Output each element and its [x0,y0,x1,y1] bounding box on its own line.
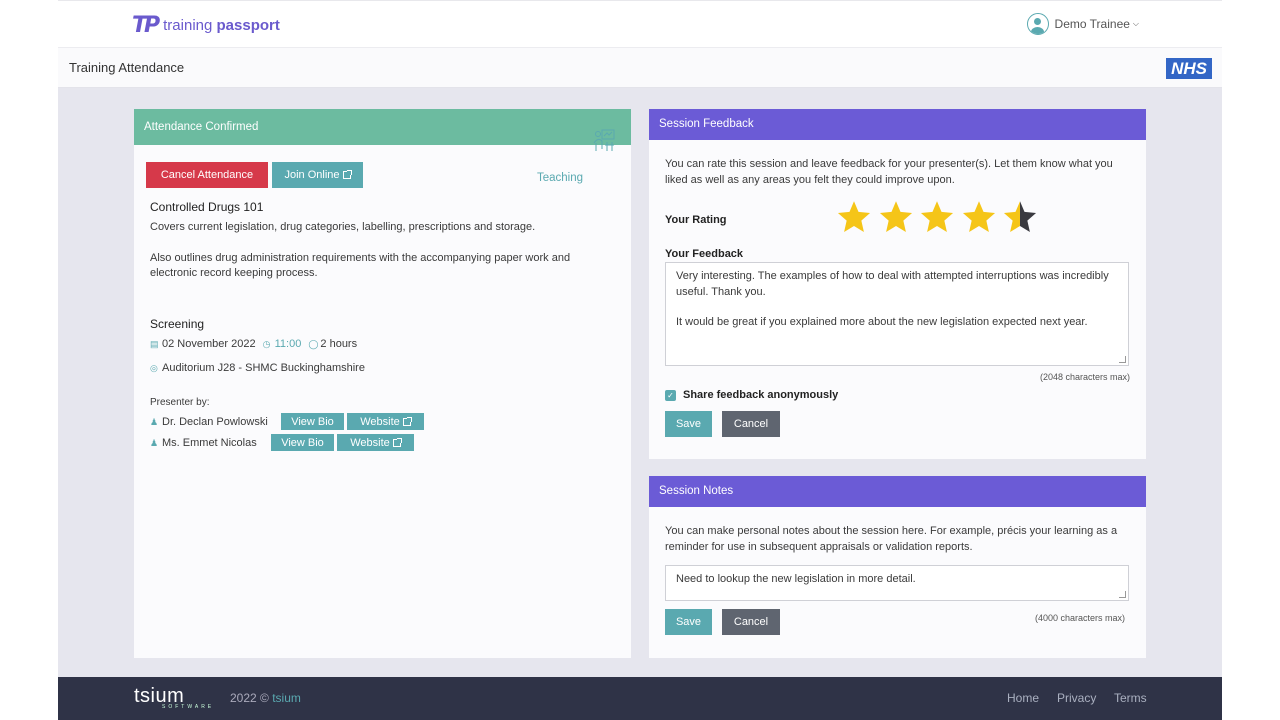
view-bio-button[interactable]: View Bio [271,434,334,451]
star-icon[interactable] [961,199,997,235]
footer: tsium SOFTWARE 2022 © tsium Home Privacy… [58,677,1222,720]
copyright-link[interactable]: tsium [272,691,301,705]
copyright-text: 2022 © [230,691,269,705]
tsium-logo: tsium SOFTWARE [134,685,214,710]
star-icon[interactable] [878,199,914,235]
anonymous-checkbox[interactable]: ✓ [665,390,676,401]
chevron-down-icon: ⌵ [1132,19,1139,28]
notes-char-limit: (4000 characters max) [1034,613,1125,623]
feedback-char-limit: (2048 characters max) [1039,372,1130,382]
feedback-text-1: Very interesting. The examples of how to… [676,270,1109,298]
user-avatar-icon [1026,13,1049,35]
logo-mark: TP [132,13,160,38]
presenter-row: ♟ Dr. Declan Powlowski [150,415,268,430]
star-half-icon[interactable] [1002,199,1038,235]
location-pin-icon: ◎ [150,363,158,373]
cancel-attendance-button[interactable]: Cancel Attendance [146,162,268,188]
copyright: 2022 © tsium [230,691,301,705]
session-notes-card: Session Notes You can make personal note… [649,476,1146,658]
calendar-icon: ▤ [150,339,159,349]
category-label: Teaching [537,172,584,184]
location-text: Auditorium J28 - SHMC Buckinghamshire [162,362,365,374]
clock-icon: ◷ [262,339,271,349]
feedback-intro: You can rate this session and leave feed… [665,158,1113,186]
session-feedback-card: Session Feedback You can rate this sessi… [649,109,1146,459]
resize-handle-icon[interactable] [1119,591,1126,598]
presenter-heading: Presenter by: [150,397,210,408]
view-bio-button[interactable]: View Bio [281,413,344,430]
external-link-icon [342,170,352,179]
user-menu[interactable]: Demo Trainee ⌵ [1026,13,1139,35]
presenter-name: Ms. Emmet Nicolas [162,437,257,449]
nhs-logo: NHS [1166,58,1212,79]
notes-text: Need to lookup the new legislation in mo… [676,573,916,585]
presenter-row: ♟ Ms. Emmet Nicolas [150,436,257,451]
session-type: Screening [150,317,205,331]
presenter-name: Dr. Declan Powlowski [162,416,268,428]
top-navbar: TP training passport Demo Trainee ⌵ [58,0,1222,48]
course-description-2: Also outlines drug administration requir… [150,252,571,279]
notes-save-button[interactable]: Save [665,609,712,635]
star-rating[interactable] [836,199,1044,235]
footer-link-home[interactable]: Home [1007,691,1039,705]
rating-label: Your Rating [665,214,727,226]
star-icon[interactable] [919,199,955,235]
app-frame: TP training passport Demo Trainee ⌵ Trai… [58,0,1222,720]
footer-link-terms[interactable]: Terms [1114,691,1147,705]
website-button[interactable]: Website [347,413,424,430]
feedback-label: Your Feedback [665,248,744,260]
logo-word-training: training [163,17,213,34]
attendance-card-header: Attendance Confirmed [134,109,631,145]
resize-handle-icon[interactable] [1119,356,1126,363]
anonymous-label[interactable]: Share feedback anonymously [683,388,838,403]
session-datetime: ▤ 02 November 2022 ◷ 11:00 ◯ 2 hours [150,337,357,352]
feedback-textarea[interactable]: Very interesting. The examples of how to… [665,262,1129,366]
feedback-save-button[interactable]: Save [665,411,712,437]
user-name: Demo Trainee [1054,17,1130,31]
attendance-card: Attendance Confirmed Cancel Attendance J… [134,109,631,658]
teaching-icon [593,129,615,151]
logo-text: training passport [163,17,280,34]
feedback-text-2: It would be great if you explained more … [676,316,1088,328]
external-link-icon [402,416,412,426]
session-location: ◎ Auditorium J28 - SHMC Buckinghamshire [150,361,365,376]
feedback-card-header: Session Feedback [649,109,1146,140]
course-description-1: Covers current legislation, drug categor… [150,221,536,233]
notes-cancel-button[interactable]: Cancel [722,609,780,635]
app-logo[interactable]: TP training passport [132,13,280,38]
session-time: 11:00 [274,338,302,350]
website-label: Website [350,436,390,449]
notes-textarea[interactable]: Need to lookup the new legislation in mo… [665,565,1129,601]
session-duration: 2 hours [320,338,358,350]
footer-link-privacy[interactable]: Privacy [1057,691,1096,705]
website-button[interactable]: Website [337,434,414,451]
website-label: Website [360,415,400,428]
star-icon[interactable] [836,199,872,235]
notes-intro: You can make personal notes about the se… [665,525,1118,553]
join-online-button[interactable]: Join Online [272,162,363,188]
stopwatch-icon: ◯ [308,339,319,349]
logo-word-passport: passport [216,17,280,34]
external-link-icon [392,437,402,447]
course-title: Controlled Drugs 101 [150,200,264,214]
notes-card-header: Session Notes [649,476,1146,507]
tsium-logo-sub: SOFTWARE [162,704,215,710]
main-content: Attendance Confirmed Cancel Attendance J… [58,88,1222,677]
user-icon: ♟ [150,417,159,427]
feedback-cancel-button[interactable]: Cancel [722,411,780,437]
user-icon: ♟ [150,438,159,448]
page-header: Training Attendance NHS [58,48,1222,88]
join-online-label: Join Online [284,169,340,181]
session-date: 02 November 2022 [162,338,256,350]
page-title: Training Attendance [69,60,185,75]
